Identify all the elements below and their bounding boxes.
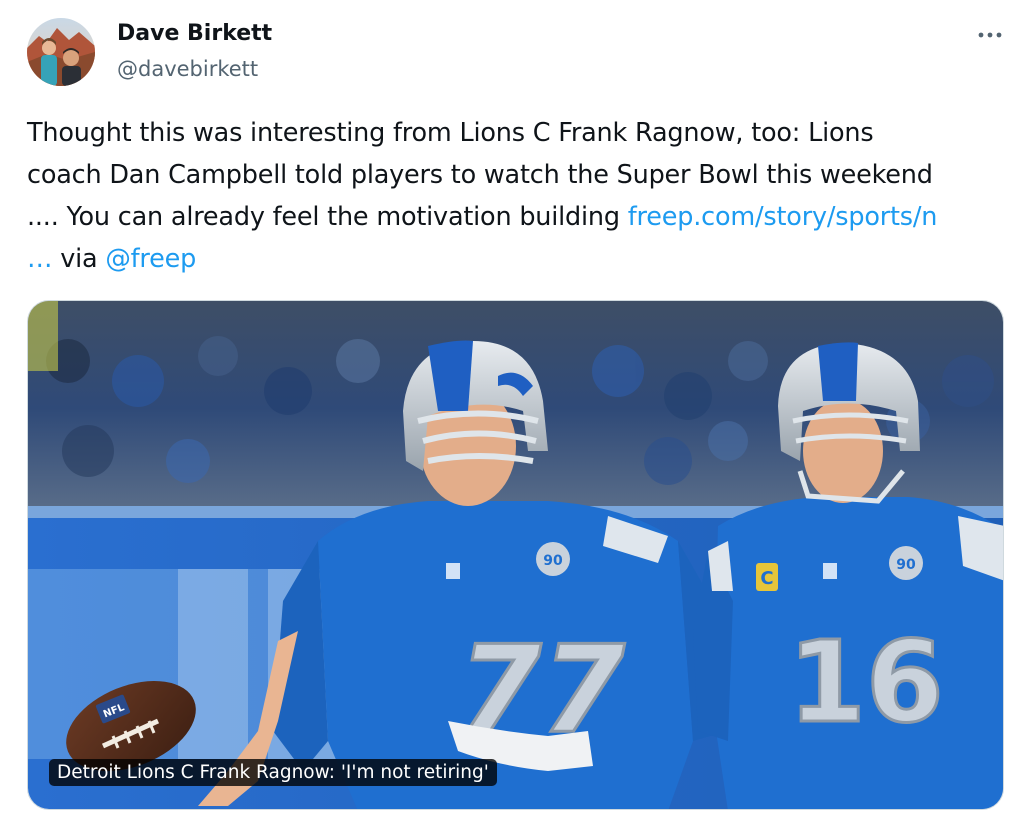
- tweet-text-line-3-body: .... You can already feel the motivation…: [27, 202, 628, 232]
- more-options-button[interactable]: [970, 18, 1010, 52]
- mention-link[interactable]: @freep: [105, 244, 196, 274]
- author-avatar[interactable]: [27, 18, 95, 86]
- tweet-text: Thought this was interesting from Lions …: [27, 112, 1007, 280]
- tweet-text-line-3: .... You can already feel the motivation…: [27, 196, 1007, 238]
- more-horizontal-icon: [978, 32, 1002, 38]
- story-link-ellipsis[interactable]: …: [27, 244, 53, 274]
- svg-text:C: C: [760, 568, 773, 589]
- tweet-text-line-2: coach Dan Campbell told players to watch…: [27, 160, 933, 190]
- tweet[interactable]: Dave Birkett @davebirkett Thought this w…: [0, 0, 1024, 813]
- tweet-text-line-4: … via @freep: [27, 238, 1007, 280]
- avatar-photo-icon: [27, 18, 95, 86]
- svg-text:90: 90: [543, 553, 563, 569]
- link-card[interactable]: 77 90 16 90 C NFL Detroit Lions C Frank …: [27, 300, 1004, 810]
- tweet-text-line-1: Thought this was interesting from Lions …: [27, 118, 874, 148]
- via-text: via: [52, 244, 106, 274]
- author-name[interactable]: Dave Birkett: [117, 21, 272, 46]
- jersey-number-16: 16: [788, 618, 944, 748]
- card-caption: Detroit Lions C Frank Ragnow: 'I'm not r…: [49, 759, 497, 786]
- author-handle[interactable]: @davebirkett: [117, 57, 258, 81]
- football-players-photo: 77 90 16 90 C NFL: [28, 301, 1003, 809]
- svg-text:90: 90: [896, 557, 916, 573]
- story-link[interactable]: freep.com/story/sports/n: [628, 202, 938, 232]
